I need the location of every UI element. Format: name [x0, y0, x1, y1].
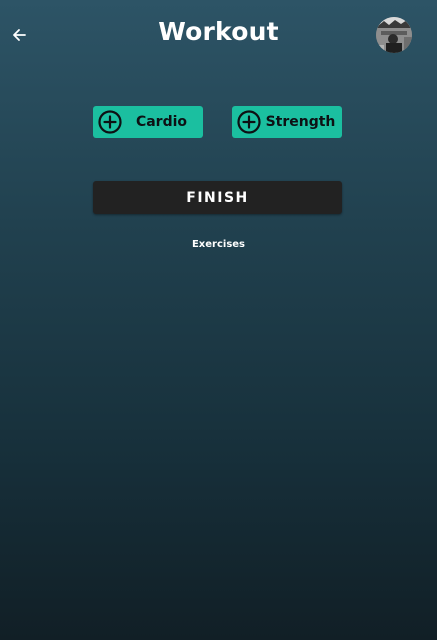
avatar[interactable] — [376, 17, 412, 53]
workout-screen: Workout Cardio Strength FINISH Exercises — [0, 0, 437, 640]
finish-button[interactable]: FINISH — [93, 181, 342, 214]
plus-circle-icon — [98, 110, 122, 134]
plus-circle-icon — [237, 110, 261, 134]
strength-label: Strength — [265, 114, 336, 130]
profile-avatar-image — [376, 17, 412, 53]
add-cardio-button[interactable]: Cardio — [93, 106, 203, 138]
exercises-section-label: Exercises — [191, 239, 246, 250]
page-title: Workout — [158, 17, 279, 46]
cardio-label: Cardio — [135, 114, 188, 130]
add-strength-button[interactable]: Strength — [232, 106, 342, 138]
